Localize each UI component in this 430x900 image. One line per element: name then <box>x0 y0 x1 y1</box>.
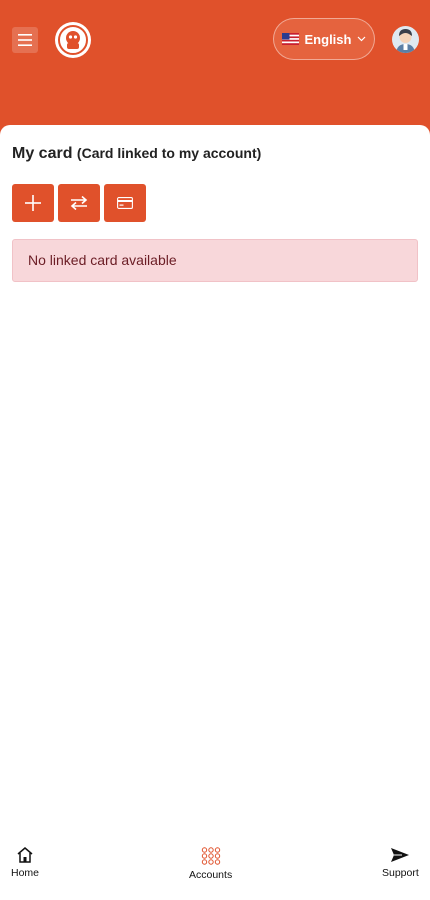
nav-label-accounts: Accounts <box>189 869 233 881</box>
home-icon <box>17 847 33 863</box>
nav-item-support[interactable]: Support <box>382 847 419 879</box>
credit-card-icon <box>117 197 133 209</box>
user-avatar-icon[interactable] <box>392 26 419 53</box>
main-content: My card (Card linked to my account) No l… <box>0 125 430 833</box>
plus-icon <box>25 195 41 211</box>
nav-label-home: Home <box>11 867 40 879</box>
swap-icon <box>70 196 88 210</box>
nav-item-accounts[interactable]: Accounts <box>189 847 232 881</box>
logo-mark-icon <box>58 25 88 55</box>
bottom-nav: Home Accounts Support <box>0 833 430 900</box>
empty-state-alert: No linked card available <box>12 239 418 282</box>
transfer-card-button[interactable] <box>58 184 100 222</box>
chevron-down-icon <box>358 36 366 42</box>
page-subtitle: (Card linked to my account) <box>76 145 262 161</box>
card-details-button[interactable] <box>104 184 146 222</box>
hamburger-icon <box>18 34 32 46</box>
language-selector[interactable]: English <box>273 18 375 60</box>
card-actions <box>12 184 146 222</box>
language-label: English <box>304 31 352 47</box>
send-icon <box>391 848 410 862</box>
page-title-text: My card <box>12 145 73 162</box>
brand-logo[interactable] <box>55 22 91 58</box>
us-flag-icon <box>281 33 299 45</box>
empty-state-message: No linked card available <box>28 252 177 268</box>
menu-button[interactable] <box>12 27 38 53</box>
grid-icon <box>201 847 220 865</box>
page-title: My card (Card linked to my account) <box>12 145 261 163</box>
nav-label-support: Support <box>382 867 419 879</box>
header-bar: English <box>0 0 430 125</box>
nav-item-home[interactable]: Home <box>11 847 39 879</box>
add-card-button[interactable] <box>12 184 54 222</box>
